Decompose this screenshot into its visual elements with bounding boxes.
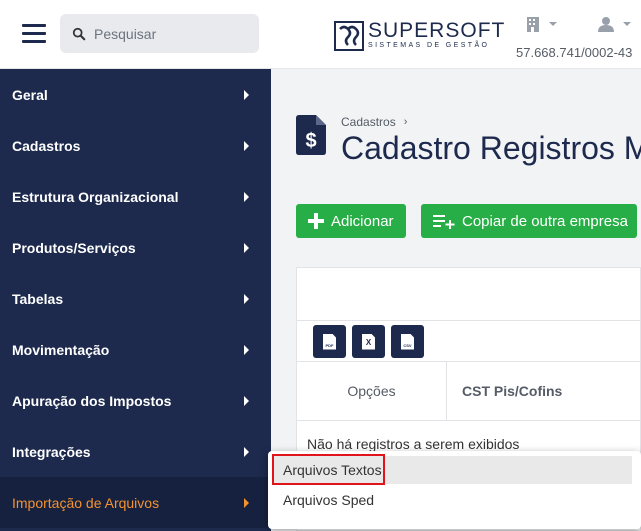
company-selector[interactable] xyxy=(526,16,557,32)
playlist-add-icon xyxy=(433,215,455,229)
sidebar-item-cadastros[interactable]: Cadastros xyxy=(0,120,271,171)
xls-label: X xyxy=(365,337,372,347)
sidebar-item-label: Integrações xyxy=(12,443,91,460)
sidebar-item-label: Tabelas xyxy=(12,290,64,307)
submenu-item-arquivos-sped[interactable]: Arquivos Sped xyxy=(272,486,632,514)
sidebar-menu: Geral Cadastros Estrutura Organizacional… xyxy=(0,69,271,528)
chevron-right-icon xyxy=(244,497,249,508)
supersoft-logo-icon xyxy=(334,21,364,51)
search-input[interactable] xyxy=(94,25,244,42)
chevron-right-icon xyxy=(244,191,249,202)
add-button[interactable]: Adicionar xyxy=(296,204,406,238)
copy-button-label: Copiar de outra empresa xyxy=(462,212,628,230)
breadcrumb-item[interactable]: Cadastros xyxy=(341,115,396,129)
sidebar-top xyxy=(0,0,271,69)
sidebar-item-label: Geral xyxy=(12,86,48,103)
submenu-item-arquivos-textos[interactable]: Arquivos Textos xyxy=(272,456,632,484)
column-header-opcoes[interactable]: Opções xyxy=(297,362,447,420)
chevron-right-icon xyxy=(244,344,249,355)
sidebar-item-tabelas[interactable]: Tabelas xyxy=(0,273,271,324)
csv-file-icon: CSV xyxy=(401,333,414,350)
pdf-label: PDF xyxy=(325,342,334,348)
chevron-right-icon xyxy=(244,293,249,304)
document-dollar-icon: $ xyxy=(296,115,326,155)
export-csv-button[interactable]: CSV xyxy=(391,325,424,358)
sidebar: Geral Cadastros Estrutura Organizacional… xyxy=(0,0,271,531)
column-header-cst[interactable]: CST Pis/Cofins xyxy=(462,362,641,420)
sidebar-item-estrutura-organizacional[interactable]: Estrutura Organizacional xyxy=(0,171,271,222)
logo[interactable]: SUPERSOFT SISTEMAS DE GESTÃO xyxy=(334,19,506,51)
search-icon xyxy=(72,27,86,40)
table-header: Opções CST Pis/Cofins xyxy=(297,361,640,421)
sidebar-item-apuracao-impostos[interactable]: Apuração dos Impostos xyxy=(0,375,271,426)
export-pdf-button[interactable]: PDF xyxy=(313,325,346,358)
sidebar-item-produtos-servicos[interactable]: Produtos/Serviços xyxy=(0,222,271,273)
caret-down-icon xyxy=(549,22,557,26)
sidebar-item-movimentacao[interactable]: Movimentação xyxy=(0,324,271,375)
divider xyxy=(297,320,640,321)
chevron-right-icon: › xyxy=(403,116,408,128)
sidebar-item-label: Apuração dos Impostos xyxy=(12,392,172,409)
copy-from-company-button[interactable]: Copiar de outra empresa xyxy=(421,204,637,238)
user-icon xyxy=(598,17,614,32)
breadcrumb: Cadastros › xyxy=(341,115,407,129)
sidebar-item-label: Movimentação xyxy=(12,341,110,358)
search-box[interactable] xyxy=(60,14,259,53)
chevron-right-icon xyxy=(244,395,249,406)
sidebar-item-label: Cadastros xyxy=(12,137,81,154)
add-button-label: Adicionar xyxy=(331,212,394,230)
sidebar-item-label: Importação de Arquivos xyxy=(12,494,160,511)
import-submenu: Arquivos Textos Arquivos Sped xyxy=(268,451,641,529)
page-title: Cadastro Registros M xyxy=(341,130,641,166)
chevron-right-icon xyxy=(244,89,249,100)
csv-label: CSV xyxy=(403,342,412,348)
svg-text:$: $ xyxy=(305,130,316,152)
company-cnpj: 57.668.741/0002-43 xyxy=(516,45,633,60)
top-header: SUPERSOFT SISTEMAS DE GESTÃO 57.668.741/… xyxy=(271,0,641,69)
logo-text: SUPERSOFT SISTEMAS DE GESTÃO xyxy=(368,19,506,51)
chevron-right-icon xyxy=(244,140,249,151)
caret-down-icon xyxy=(623,22,631,26)
chevron-right-icon xyxy=(244,446,249,457)
hamburger-menu-icon[interactable] xyxy=(22,24,46,44)
chevron-right-icon xyxy=(244,242,249,253)
empty-table-message: Não há registros a serem exibidos xyxy=(307,436,520,452)
app-window: Geral Cadastros Estrutura Organizacional… xyxy=(0,0,641,531)
user-menu[interactable] xyxy=(598,16,631,32)
sidebar-item-importacao-arquivos[interactable]: Importação de Arquivos xyxy=(0,477,271,528)
sidebar-item-integracoes[interactable]: Integrações xyxy=(0,426,271,477)
logo-name: SUPERSOFT xyxy=(368,19,506,42)
submenu-item-label: Arquivos Textos xyxy=(283,462,382,478)
sidebar-item-geral[interactable]: Geral xyxy=(0,69,271,120)
building-icon xyxy=(527,17,539,32)
logo-subtitle: SISTEMAS DE GESTÃO xyxy=(368,42,490,49)
sidebar-item-label: Produtos/Serviços xyxy=(12,239,136,256)
xls-file-icon: X xyxy=(362,333,375,350)
pdf-file-icon: PDF xyxy=(323,333,336,350)
export-xls-button[interactable]: X xyxy=(352,325,385,358)
submenu-item-label: Arquivos Sped xyxy=(283,492,375,508)
plus-icon xyxy=(308,213,324,229)
sidebar-item-label: Estrutura Organizacional xyxy=(12,188,179,205)
